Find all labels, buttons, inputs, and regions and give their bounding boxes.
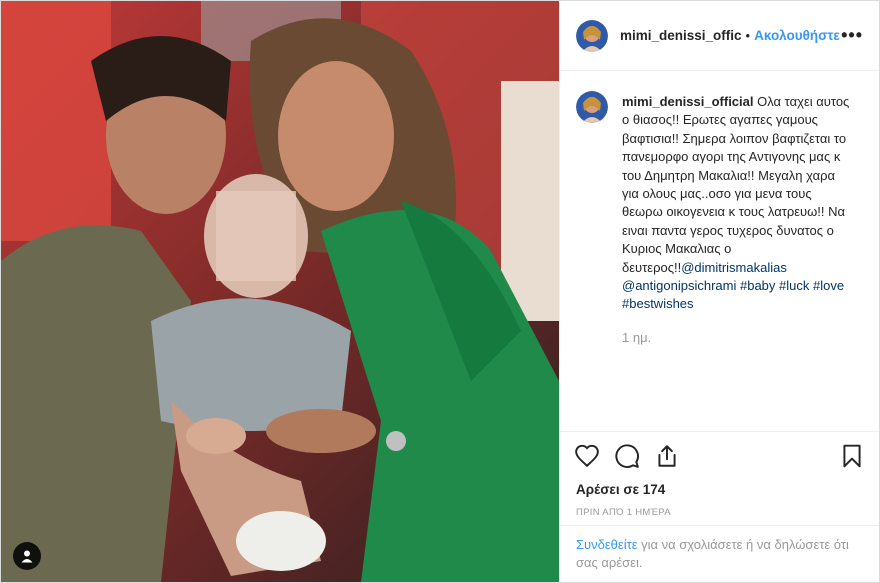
hashtag-link[interactable]: #bestwishes	[622, 296, 694, 311]
hashtag-link[interactable]: #baby	[740, 278, 775, 293]
more-options-button[interactable]: •••	[841, 25, 863, 46]
heart-icon[interactable]	[574, 443, 600, 469]
avatar-image	[576, 19, 608, 52]
avatar-image	[576, 91, 608, 123]
comments-section: mimi_denissi_official Ολα ταχει αυτος ο …	[560, 71, 879, 431]
share-icon[interactable]	[654, 443, 680, 469]
instagram-post: mimi_denissi_offic • Ακολουθήστε ••• mim…	[0, 0, 880, 583]
post-header: mimi_denissi_offic • Ακολουθήστε •••	[560, 1, 879, 71]
post-photo-illustration	[1, 1, 559, 582]
login-prompt: Συνδεθείτε για να σχολιάσετε ή να δηλώσε…	[560, 525, 879, 582]
post-date[interactable]: ΠΡΙΝ ΑΠΌ 1 ΗΜΈΡΑ	[560, 501, 879, 525]
user-tag-button[interactable]	[13, 542, 41, 570]
likes-count[interactable]: Αρέσει σε 174	[560, 479, 879, 501]
hashtag-link[interactable]: #love	[813, 278, 844, 293]
mention-link[interactable]: @dimitrismakalias	[681, 260, 787, 275]
header-separator: •	[745, 28, 751, 43]
post-photo[interactable]	[1, 1, 559, 582]
follow-button[interactable]: Ακολουθήστε	[754, 28, 840, 43]
caption-text: Ολα ταχει αυτος ο θιασος!! Ερωτες αγαπες…	[622, 94, 850, 275]
avatar[interactable]	[576, 19, 608, 52]
caption-avatar[interactable]	[576, 91, 608, 123]
action-bar	[560, 431, 879, 479]
post-sidebar: mimi_denissi_offic • Ακολουθήστε ••• mim…	[559, 1, 879, 582]
caption-username[interactable]: mimi_denissi_official	[622, 94, 754, 109]
bookmark-icon[interactable]	[839, 443, 865, 469]
post-caption: mimi_denissi_official Ολα ταχει αυτος ο …	[622, 93, 854, 314]
caption-timestamp[interactable]: 1 ημ.	[622, 330, 854, 345]
header-username[interactable]: mimi_denissi_offic	[620, 28, 742, 43]
login-link[interactable]: Συνδεθείτε	[576, 537, 638, 552]
hashtag-link[interactable]: #luck	[779, 278, 809, 293]
comment-icon[interactable]	[614, 443, 640, 469]
mention-link[interactable]: @antigonipsichrami	[622, 278, 736, 293]
person-icon	[21, 550, 33, 563]
